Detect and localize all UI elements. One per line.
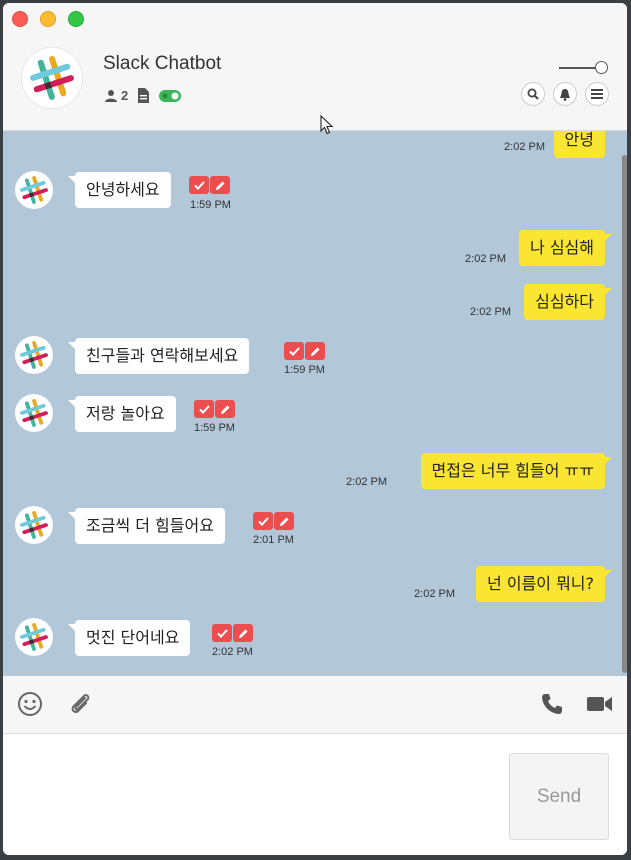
message-time: 2:02 PM [470, 306, 511, 318]
message-time: 1:59 PM [190, 199, 231, 211]
message-input[interactable] [9, 740, 503, 844]
message-time: 2:02 PM [465, 253, 506, 265]
members-info[interactable]: 2 [104, 88, 128, 103]
edit-icon [310, 347, 319, 356]
bot-avatar[interactable] [15, 394, 53, 432]
message-actions [253, 512, 294, 530]
attach-icon [71, 694, 90, 713]
app-window: Slack Chatbot 2 2:02 PM 안녕 안녕하세요 1:59 PM… [3, 3, 627, 855]
my-message-bubble: 안녕 [553, 131, 613, 158]
my-message-bubble: 넌 이름이 뭐니? [476, 566, 612, 602]
message-time: 1:59 PM [284, 364, 325, 376]
search-icon [527, 88, 539, 100]
mouse-cursor-icon [320, 115, 334, 135]
my-message-bubble: 면접은 너무 힘들어 ㅠㅠ [420, 453, 613, 489]
message-list[interactable]: 2:02 PM 안녕 안녕하세요 1:59 PM 2:02 PM 나 심심해 2… [3, 131, 627, 676]
approve-button[interactable] [194, 400, 214, 418]
minimize-window-button[interactable] [40, 11, 56, 27]
bot-message-bubble: 저랑 놀아요 [68, 396, 176, 432]
chat-header: Slack Chatbot 2 [3, 33, 627, 131]
check-icon [216, 628, 228, 638]
message-actions [194, 400, 235, 418]
chat-meta: 2 [104, 88, 182, 103]
slider-knob[interactable] [595, 61, 608, 74]
bot-avatar[interactable] [15, 618, 53, 656]
close-window-button[interactable] [12, 11, 28, 27]
bot-avatar[interactable] [15, 171, 53, 209]
emoji-button[interactable] [16, 690, 44, 718]
approve-button[interactable] [253, 512, 273, 530]
bot-message-bubble: 친구들과 연락해보세요 [67, 338, 250, 374]
notifications-button[interactable] [553, 82, 577, 106]
my-message-bubble: 나 심심해 [519, 230, 612, 266]
check-icon [257, 516, 269, 526]
slack-logo [21, 47, 83, 109]
emoji-icon [18, 692, 42, 716]
check-icon [288, 346, 300, 356]
chat-scrollbar[interactable] [621, 131, 627, 676]
approve-button[interactable] [212, 624, 232, 642]
search-button[interactable] [521, 82, 545, 106]
call-button[interactable] [538, 690, 566, 718]
file-icon[interactable] [137, 88, 150, 103]
edit-button[interactable] [210, 176, 230, 194]
message-time: 2:02 PM [504, 141, 545, 153]
bot-message-bubble: 멋진 단어네요 [67, 620, 191, 656]
message-time: 2:02 PM [414, 588, 455, 600]
attach-button[interactable] [66, 690, 94, 718]
scrollbar-thumb[interactable] [622, 155, 627, 673]
toggle-icon[interactable] [159, 89, 182, 102]
edit-button[interactable] [305, 342, 325, 360]
message-actions [284, 342, 325, 360]
edit-icon [238, 629, 247, 638]
message-time: 1:59 PM [194, 422, 235, 434]
message-time: 2:01 PM [253, 534, 294, 546]
menu-icon [591, 89, 603, 99]
message-time: 2:02 PM [346, 476, 387, 488]
members-icon [105, 90, 117, 102]
approve-button[interactable] [189, 176, 209, 194]
phone-icon [542, 694, 562, 714]
bot-message-bubble: 안녕하세요 [68, 172, 171, 208]
composer: Send [3, 734, 627, 855]
my-message-bubble: 심심하다 [524, 284, 612, 320]
bell-icon [560, 88, 570, 101]
check-icon [198, 404, 210, 414]
edit-icon [279, 517, 288, 526]
message-time: 2:02 PM [212, 646, 253, 658]
menu-button[interactable] [585, 82, 609, 106]
maximize-window-button[interactable] [68, 11, 84, 27]
approve-button[interactable] [284, 342, 304, 360]
video-call-button[interactable] [586, 690, 614, 718]
bot-avatar[interactable] [15, 336, 53, 374]
edit-icon [215, 181, 224, 190]
member-count: 2 [121, 88, 129, 103]
send-button[interactable]: Send [509, 753, 609, 840]
edit-icon [220, 405, 229, 414]
bot-avatar[interactable] [15, 506, 53, 544]
video-icon [587, 697, 612, 711]
edit-button[interactable] [274, 512, 294, 530]
bot-message-bubble: 조금씩 더 힘들어요 [68, 508, 225, 544]
check-icon [193, 180, 205, 190]
slider-track [559, 67, 599, 69]
composer-toolbar [3, 676, 627, 734]
zoom-slider[interactable] [559, 61, 609, 75]
edit-button[interactable] [215, 400, 235, 418]
edit-button[interactable] [233, 624, 253, 642]
chat-title: Slack Chatbot [103, 53, 222, 74]
message-actions [212, 624, 253, 642]
title-bar [3, 3, 627, 33]
message-actions [189, 176, 230, 194]
